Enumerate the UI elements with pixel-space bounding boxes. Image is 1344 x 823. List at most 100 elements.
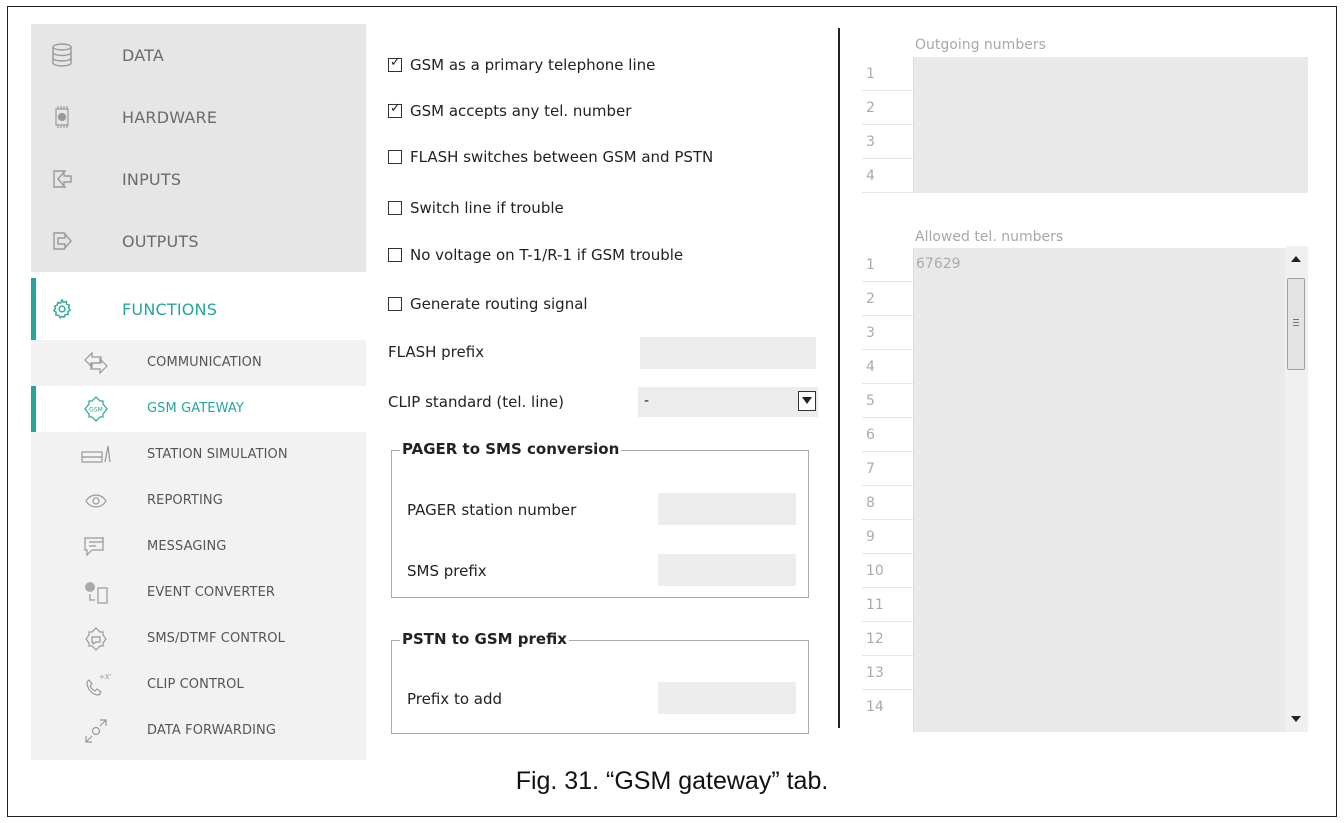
clip-standard-label: CLIP standard (tel. line) [388,393,564,411]
table-row[interactable]: 4 [862,159,1308,193]
input-arrow-icon [51,167,73,191]
row-index: 13 [866,665,884,681]
number-cell[interactable] [913,57,1308,91]
generate-routing-signal-checkbox[interactable]: Generate routing signal [388,293,588,315]
table-row[interactable]: 6 [862,418,1308,452]
number-cell[interactable] [913,622,1285,656]
gear-icon [51,297,73,321]
number-cell[interactable] [913,316,1285,350]
checkbox-box[interactable]: ✓ [388,102,402,118]
sidebar-item-outputs[interactable]: OUTPUTS [31,210,366,272]
number-cell[interactable] [913,554,1285,588]
sidebar-item-data[interactable]: DATA [31,24,366,86]
sidebar-subitem-event-converter[interactable]: EVENT CONVERTER [31,570,366,616]
allowed-numbers-title: Allowed tel. numbers [915,229,1064,245]
pager-station-input[interactable] [658,493,796,525]
row-index: 7 [866,461,875,477]
flash-prefix-label: FLASH prefix [388,343,485,361]
number-cell[interactable] [913,452,1285,486]
gsm-gateway-icon: GSM [81,396,111,422]
row-index: 3 [866,134,875,150]
table-row[interactable]: 7 [862,452,1308,486]
number-cell[interactable] [913,656,1285,690]
checkbox-label: GSM as a primary telephone line [410,56,656,74]
number-cell[interactable] [913,350,1285,384]
row-index: 4 [866,168,875,184]
table-row[interactable]: 5 [862,384,1308,418]
switch-line-if-trouble-checkbox[interactable]: Switch line if trouble [388,197,564,219]
scroll-down-icon[interactable] [1291,716,1301,722]
sidebar-subitem-messaging[interactable]: MESSAGING [31,524,366,570]
number-cell[interactable] [913,159,1308,193]
checkbox-box[interactable] [388,248,402,262]
number-cell[interactable] [913,588,1285,622]
table-row[interactable]: 11 [862,588,1308,622]
table-row[interactable]: 2 [862,282,1308,316]
table-row[interactable]: 10 [862,554,1308,588]
number-cell[interactable] [913,91,1308,125]
table-row[interactable]: 2 [862,91,1308,125]
sidebar-item-inputs[interactable]: INPUTS [31,148,366,210]
number-cell[interactable] [913,418,1285,452]
checkbox-label: GSM accepts any tel. number [410,102,632,120]
gsm-accepts-any-number-checkbox[interactable]: ✓ GSM accepts any tel. number [388,100,631,122]
scrollbar-thumb[interactable] [1287,278,1305,370]
sidebar-subitem-clip-control[interactable]: +XYZ CLIP CONTROL [31,662,366,708]
checkbox-box[interactable] [388,201,402,215]
flash-switches-checkbox[interactable]: FLASH switches between GSM and PSTN [388,146,713,168]
checkbox-box[interactable] [388,297,402,311]
sms-dtmf-icon [81,626,111,652]
checkbox-box[interactable]: ✓ [388,56,402,72]
database-icon [51,43,73,67]
sidebar-subitem-station-simulation[interactable]: STATION SIMULATION [31,432,366,478]
sidebar-subitem-reporting[interactable]: REPORTING [31,478,366,524]
sidebar-subitem-label: SMS/DTMF CONTROL [147,631,285,646]
clip-standard-select[interactable]: - [638,387,818,417]
table-row[interactable]: 8 [862,486,1308,520]
table-row[interactable]: 3 [862,125,1308,159]
checkbox-box[interactable] [388,150,402,164]
dropdown-button[interactable] [798,391,816,411]
sidebar-item-label: OUTPUTS [122,231,199,251]
sidebar-subitem-label: COMMUNICATION [147,355,262,370]
sidebar-subitem-communication[interactable]: COMMUNICATION [31,340,366,386]
sidebar-item-label: FUNCTIONS [122,299,218,319]
number-cell[interactable] [913,125,1308,159]
row-index: 6 [866,427,875,443]
table-row[interactable]: 13 [862,656,1308,690]
sidebar-subitem-data-forwarding[interactable]: DATA FORWARDING [31,708,366,754]
number-cell[interactable] [913,690,1285,732]
row-index: 14 [866,699,884,715]
number-cell[interactable]: 67629 [913,248,1285,282]
svg-text:+XYZ: +XYZ [99,673,111,681]
vertical-scrollbar[interactable] [1285,246,1308,732]
table-row[interactable]: 12 [862,622,1308,656]
svg-text:GSM: GSM [89,407,103,414]
table-row[interactable]: 1 67629 [862,248,1308,282]
sidebar-subitem-sms-dtmf-control[interactable]: SMS/DTMF CONTROL [31,616,366,662]
gsm-primary-line-checkbox[interactable]: ✓ GSM as a primary telephone line [388,54,655,76]
table-row[interactable]: 1 [862,57,1308,91]
group-title: PSTN to GSM prefix [400,630,569,648]
sidebar-subitem-gsm-gateway[interactable]: GSM GSM GATEWAY [31,386,366,432]
flash-prefix-input[interactable] [640,337,816,369]
table-row[interactable]: 4 [862,350,1308,384]
allowed-numbers-table: 1 67629 2 3 4 5 6 7 8 9 10 11 12 13 14 [862,248,1308,732]
checkbox-label: FLASH switches between GSM and PSTN [410,148,714,166]
outgoing-numbers-table: 1 2 3 4 [862,57,1308,193]
table-row[interactable]: 14 [862,690,1308,732]
figure-caption: Fig. 31. “GSM gateway” tab. [515,767,829,795]
sidebar-item-hardware[interactable]: HARDWARE [31,86,366,148]
number-cell[interactable] [913,282,1285,316]
sms-prefix-input[interactable] [658,554,796,586]
prefix-to-add-input[interactable] [658,682,796,714]
sidebar-item-functions[interactable]: FUNCTIONS [31,278,366,340]
number-cell[interactable] [913,520,1285,554]
scroll-up-icon[interactable] [1291,256,1301,262]
table-row[interactable]: 3 [862,316,1308,350]
no-voltage-checkbox[interactable]: No voltage on T-1/R-1 if GSM trouble [388,244,683,266]
number-cell[interactable] [913,384,1285,418]
group-title: PAGER to SMS conversion [400,440,622,458]
number-cell[interactable] [913,486,1285,520]
table-row[interactable]: 9 [862,520,1308,554]
